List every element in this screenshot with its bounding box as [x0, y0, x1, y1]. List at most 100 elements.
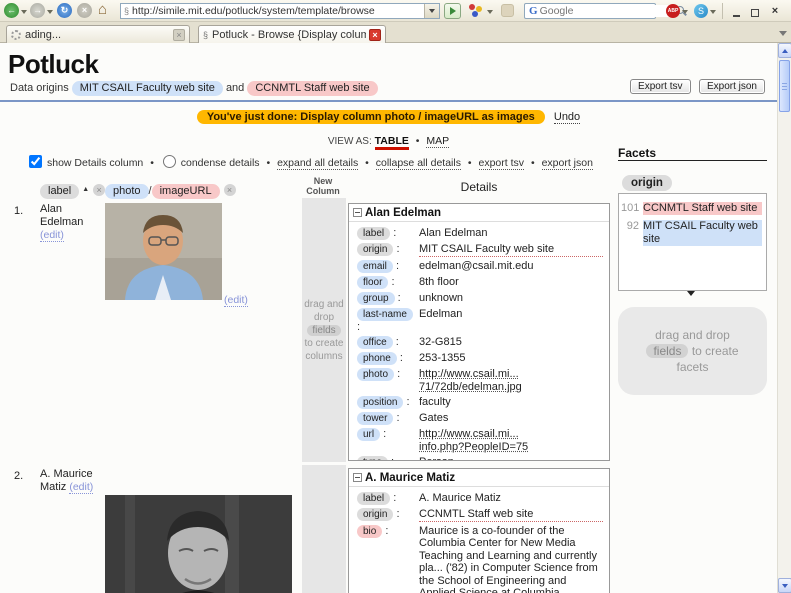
- scroll-down-icon[interactable]: [778, 578, 791, 593]
- label-column-pill[interactable]: label: [40, 184, 80, 199]
- new-column-drop-zone[interactable]: drag and drop fields to create columns: [302, 198, 346, 462]
- detail-field-row: floor : 8th floor: [357, 275, 603, 289]
- undo-link[interactable]: Undo: [553, 111, 581, 124]
- facet-value-row[interactable]: 92 MIT CSAIL Faculty web site: [621, 220, 762, 246]
- browser-toolbar: ← → ↻ × ⌂ § G ABP S ×: [0, 0, 791, 22]
- origin-pill-ccnmtl[interactable]: CCNMTL Staff web site: [247, 81, 378, 96]
- edit-photo-link[interactable]: (edit): [224, 294, 248, 307]
- photo-column-pill[interactable]: photo: [105, 184, 149, 199]
- facet-value-label[interactable]: MIT CSAIL Faculty web site: [643, 220, 762, 246]
- field-pill[interactable]: email: [357, 259, 393, 273]
- field-pill[interactable]: bio: [357, 524, 383, 538]
- field-pill[interactable]: position: [357, 396, 404, 409]
- tags-icon[interactable]: [469, 4, 483, 18]
- collapse-details-icon[interactable]: [353, 473, 362, 482]
- url-input[interactable]: [132, 5, 424, 17]
- facet-value-label[interactable]: CCNMTL Staff web site: [643, 202, 762, 215]
- reload-icon[interactable]: ↻: [57, 3, 72, 18]
- url-history-dropdown-icon[interactable]: [424, 4, 439, 18]
- detail-field-row: origin : CCNMTL Staff web site: [357, 508, 603, 522]
- field-pill[interactable]: phone: [357, 352, 397, 365]
- edit-label-link[interactable]: (edit): [69, 481, 94, 494]
- page-title: Potluck: [8, 49, 99, 79]
- view-table-link[interactable]: TABLE: [374, 135, 409, 150]
- scrollbar-thumb[interactable]: [779, 60, 790, 112]
- export-tsv-link[interactable]: export tsv: [478, 157, 525, 170]
- field-value[interactable]: CCNMTL Staff web site: [419, 508, 603, 522]
- tab-loading[interactable]: ading... ×: [6, 25, 190, 43]
- tab-close-icon[interactable]: ×: [369, 28, 381, 41]
- field-pill[interactable]: group: [357, 291, 395, 305]
- close-window-button[interactable]: ×: [768, 4, 782, 18]
- detail-field-row: url : http://www.csail.mi... info.php?Pe…: [357, 428, 603, 453]
- portrait-photo: [105, 495, 292, 593]
- header-divider: [0, 100, 777, 102]
- export-json-button[interactable]: Export json: [698, 79, 765, 94]
- remove-column-icon[interactable]: ×: [93, 184, 106, 196]
- field-pill[interactable]: floor: [357, 275, 389, 289]
- and-label: and: [225, 82, 245, 94]
- details-title: Alan Edelman: [349, 204, 609, 222]
- adblock-dropdown-icon[interactable]: [682, 10, 688, 14]
- facet-drop-zone[interactable]: drag and drop fields to create facets: [618, 307, 767, 395]
- field-pill[interactable]: label: [357, 227, 391, 240]
- field-pill[interactable]: office: [357, 336, 393, 349]
- field-value[interactable]: http://www.csail.mi... 71/72db/edelman.j…: [419, 368, 603, 393]
- tab-close-icon[interactable]: ×: [173, 28, 185, 41]
- scroll-up-icon[interactable]: [778, 43, 791, 58]
- toolbar-extension-icon[interactable]: S: [694, 4, 708, 18]
- list-all-tabs-icon[interactable]: [779, 31, 787, 36]
- field-pill[interactable]: photo: [357, 368, 395, 381]
- field-value[interactable]: http://www.csail.mi... info.php?PeopleID…: [419, 428, 603, 453]
- new-column-drop-zone[interactable]: [302, 465, 346, 593]
- separator: •: [415, 135, 420, 147]
- extension-dropdown-icon[interactable]: [710, 10, 716, 14]
- minimize-button[interactable]: [729, 4, 743, 18]
- export-json-link[interactable]: export json: [541, 157, 593, 170]
- home-icon[interactable]: ⌂: [98, 1, 107, 18]
- remove-column-icon[interactable]: ×: [223, 184, 236, 196]
- forward-icon[interactable]: →: [30, 3, 45, 18]
- stop-icon: ×: [77, 3, 92, 18]
- detail-field-row: group : unknown: [357, 291, 603, 305]
- tab-potluck[interactable]: § Potluck - Browse {Display colum... ×: [198, 25, 386, 43]
- restore-button[interactable]: [748, 4, 762, 18]
- field-value: Person: [419, 456, 603, 460]
- expand-all-details-link[interactable]: expand all details: [277, 157, 359, 170]
- show-details-checkbox[interactable]: [29, 155, 43, 168]
- vertical-scrollbar[interactable]: [777, 43, 791, 593]
- view-map-link[interactable]: MAP: [426, 135, 450, 148]
- web-search-input[interactable]: [539, 5, 675, 17]
- facet-options-icon[interactable]: [687, 291, 695, 296]
- field-value: 32-G815: [419, 336, 462, 348]
- detail-field-row: type : Person: [357, 456, 603, 460]
- search-box[interactable]: G: [524, 3, 684, 19]
- back-icon[interactable]: ←: [4, 3, 19, 18]
- edit-label-link[interactable]: (edit): [40, 229, 64, 242]
- forward-dropdown-icon[interactable]: [47, 10, 53, 14]
- url-bar[interactable]: §: [120, 3, 440, 19]
- field-pill[interactable]: type: [357, 456, 388, 460]
- sort-ascending-icon[interactable]: ▲: [82, 186, 89, 193]
- imageurl-column-pill[interactable]: imageURL: [151, 184, 220, 199]
- field-pill[interactable]: origin: [357, 243, 394, 256]
- go-button[interactable]: [444, 3, 461, 19]
- field-pill[interactable]: tower: [357, 412, 394, 425]
- field-pill[interactable]: url: [357, 428, 381, 441]
- tags-dropdown-icon[interactable]: [487, 10, 493, 14]
- origin-facet-pill[interactable]: origin: [622, 175, 672, 191]
- field-pill[interactable]: origin: [357, 508, 394, 521]
- collapse-details-icon[interactable]: [353, 208, 362, 217]
- tab-bar: ading... × § Potluck - Browse {Display c…: [0, 22, 791, 43]
- collapse-all-details-link[interactable]: collapse all details: [375, 157, 461, 170]
- field-pill[interactable]: last-name: [357, 307, 413, 321]
- condense-details-radio[interactable]: [162, 155, 176, 168]
- export-tsv-button[interactable]: Export tsv: [630, 79, 691, 94]
- origin-pill-csail[interactable]: MIT CSAIL Faculty web site: [71, 81, 223, 96]
- adblock-icon[interactable]: ABP: [666, 4, 680, 18]
- portrait-photo: [105, 203, 222, 300]
- back-dropdown-icon[interactable]: [21, 10, 27, 14]
- field-pill[interactable]: label: [357, 492, 391, 505]
- field-value[interactable]: MIT CSAIL Faculty web site: [419, 243, 603, 257]
- facet-value-row[interactable]: 101 CCNMTL Staff web site: [621, 202, 762, 215]
